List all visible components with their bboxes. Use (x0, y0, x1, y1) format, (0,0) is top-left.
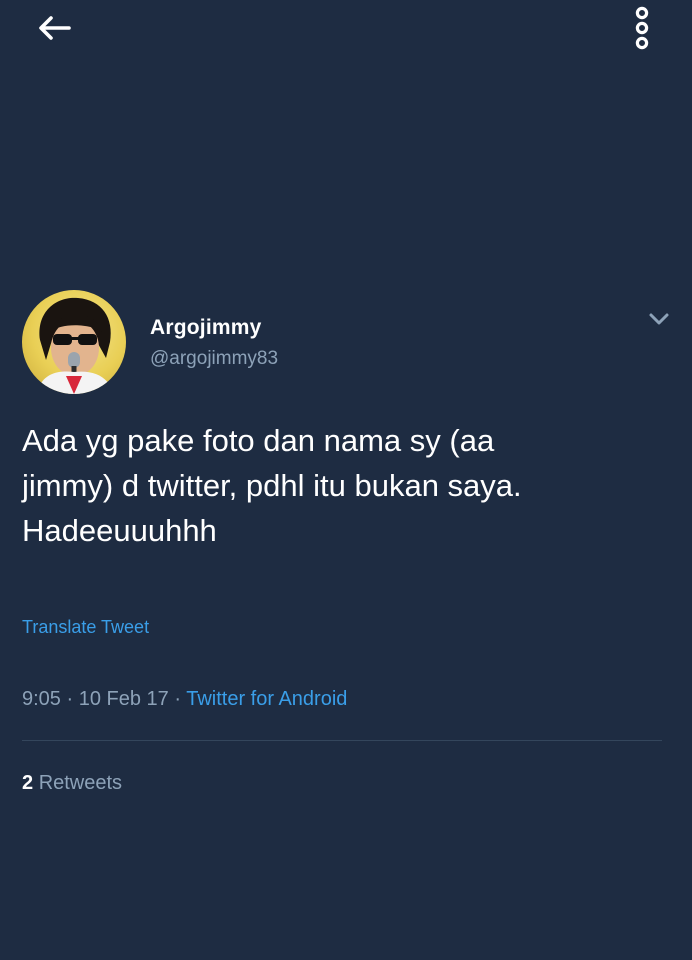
tweet-author-header: Argojimmy @argojimmy83 (22, 290, 682, 400)
vertical-more-icon (635, 6, 649, 50)
arrow-left-icon (39, 16, 71, 40)
tweet-time: 9:05 (22, 688, 61, 710)
meta-separator: · (66, 688, 79, 710)
divider (22, 740, 662, 741)
tweet-source-link[interactable]: Twitter for Android (186, 688, 347, 710)
more-options-button[interactable] (622, 4, 662, 52)
tweet-menu-button[interactable] (642, 302, 676, 336)
avatar[interactable] (22, 290, 126, 394)
author-handle[interactable]: @argojimmy83 (150, 348, 278, 370)
profile-photo (36, 297, 114, 394)
meta-separator: · (174, 688, 187, 710)
back-button[interactable] (30, 10, 78, 46)
tweet-date: 10 Feb 17 (78, 688, 169, 710)
tweet-meta: 9:05 · 10 Feb 17 · Twitter for Android (22, 688, 347, 711)
translate-tweet-link[interactable]: Translate Tweet (22, 617, 149, 638)
top-bar (0, 0, 692, 60)
chevron-down-icon (649, 313, 669, 325)
retweet-count: 2 (22, 772, 34, 794)
retweets-stat[interactable]: 2 Retweets (22, 772, 122, 795)
tweet-text: Ada yg pake foto dan nama sy (aa jimmy) … (22, 423, 522, 548)
author-display-name[interactable]: Argojimmy (150, 316, 262, 340)
retweet-label: Retweets (38, 772, 123, 794)
